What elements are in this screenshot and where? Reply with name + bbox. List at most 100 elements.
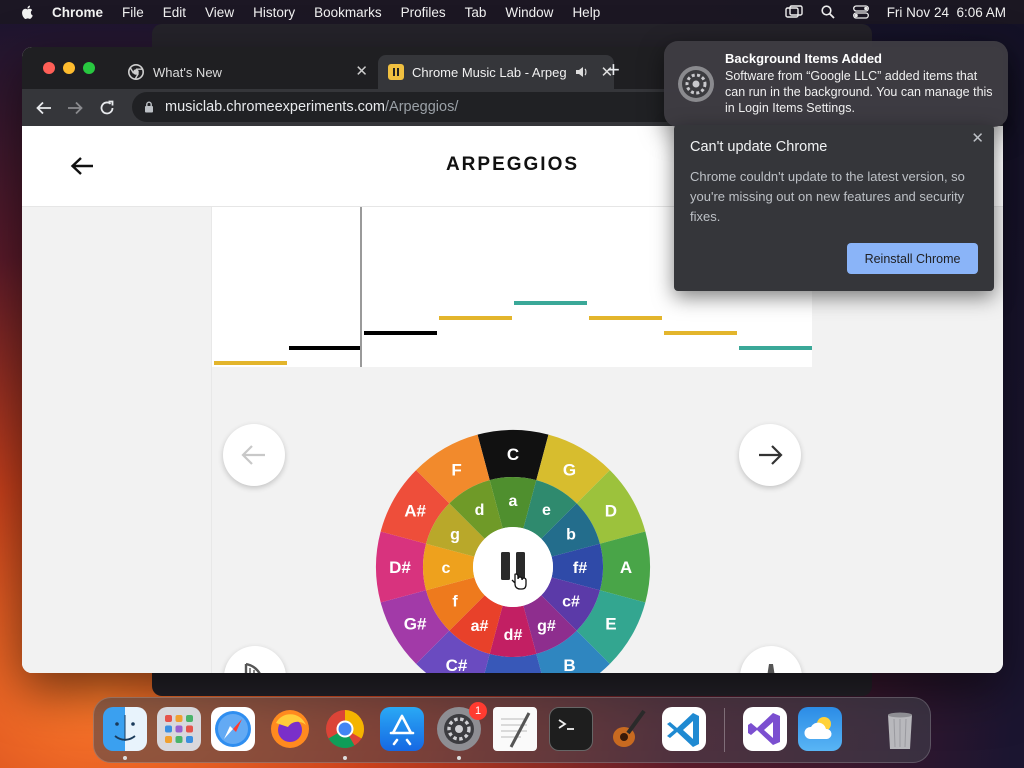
notification-badge: 1 <box>469 702 487 720</box>
forward-arrow-icon[interactable] <box>67 100 83 116</box>
roll-note <box>439 316 512 320</box>
roll-note <box>664 331 737 335</box>
minimize-window-button[interactable] <box>63 62 75 74</box>
menu-history[interactable]: History <box>253 5 295 20</box>
safari-icon[interactable] <box>211 707 255 751</box>
minor-chord-label: e <box>542 502 551 519</box>
metronome-tempo-button[interactable] <box>740 646 802 673</box>
roll-note <box>514 301 587 305</box>
minor-chord-label: f <box>452 593 458 610</box>
menu-profiles[interactable]: Profiles <box>401 5 446 20</box>
finder-icon[interactable] <box>103 707 147 751</box>
major-chord-label: C <box>507 445 519 464</box>
pause-icon <box>501 552 510 580</box>
music-lab-favicon-icon <box>388 64 404 80</box>
lock-icon[interactable] <box>144 101 154 113</box>
playhead <box>360 207 362 367</box>
left-arrow-icon <box>241 445 265 465</box>
minor-chord-label: b <box>566 526 576 543</box>
roll-note <box>739 346 812 350</box>
minor-chord-label: g <box>450 526 460 543</box>
dock: 1 <box>93 697 931 763</box>
right-arrow-icon <box>759 445 783 465</box>
apple-menu-icon[interactable] <box>18 4 38 20</box>
zoom-window-button[interactable] <box>83 62 95 74</box>
url-path: /Arpeggios/ <box>385 99 459 115</box>
major-chord-label: A <box>620 558 632 577</box>
previous-pattern-button[interactable] <box>223 424 285 486</box>
major-chord-label: D# <box>389 558 411 577</box>
system-settings-gear-icon <box>678 66 714 102</box>
chord-wheel: C G D A E B F# C# G# D# A# Fa eb f# c# g# d# a# fcgd <box>376 430 650 673</box>
notification-body: Software from “Google LLC” added items t… <box>725 69 993 115</box>
menu-view[interactable]: View <box>205 5 234 20</box>
roll-note <box>214 361 287 365</box>
major-chord-label: G# <box>404 615 427 634</box>
textedit-icon[interactable] <box>493 707 537 751</box>
reinstall-chrome-button[interactable]: Reinstall Chrome <box>847 243 978 274</box>
popup-message: Chrome couldn't update to the latest ver… <box>690 169 965 224</box>
launchpad-icon[interactable] <box>157 707 201 751</box>
spotlight-search-icon[interactable] <box>821 5 835 19</box>
roll-note <box>364 331 437 335</box>
major-chord-label: G <box>563 460 576 479</box>
running-indicator <box>457 756 461 760</box>
garageband-icon[interactable] <box>606 707 650 751</box>
menu-bar: Chrome File Edit View History Bookmarks … <box>0 0 1024 24</box>
running-indicator <box>123 756 127 760</box>
firefox-icon[interactable] <box>268 707 312 751</box>
audio-playing-icon[interactable] <box>575 66 589 78</box>
reload-icon[interactable] <box>99 100 115 116</box>
menu-file[interactable]: File <box>122 5 144 20</box>
menubar-clock[interactable]: Fri Nov 24 6:06 AM <box>887 5 1006 20</box>
weather-icon[interactable] <box>798 707 842 751</box>
minor-chord-label: g# <box>537 618 556 635</box>
major-chord-label: D <box>605 502 617 521</box>
harp-icon <box>244 662 261 673</box>
menu-bookmarks[interactable]: Bookmarks <box>314 5 382 20</box>
tab-title: What's New <box>153 64 222 80</box>
background-items-notification[interactable]: Background Items Added Software from “Go… <box>664 41 1008 127</box>
new-tab-button[interactable]: + <box>607 57 620 83</box>
vscode-icon[interactable] <box>662 707 706 751</box>
minor-chord-label: c# <box>562 593 580 610</box>
screen-mirroring-icon[interactable] <box>784 5 803 19</box>
app-store-icon[interactable] <box>380 707 424 751</box>
back-arrow-icon[interactable] <box>36 100 52 116</box>
visual-studio-icon[interactable] <box>743 707 787 751</box>
menu-window[interactable]: Window <box>505 5 553 20</box>
update-chrome-popup: Can't update Chrome ✕ Chrome couldn't up… <box>674 125 994 291</box>
menu-tab[interactable]: Tab <box>465 5 487 20</box>
major-chord-label: F <box>451 460 461 479</box>
tab-title: Chrome Music Lab - Arpeg <box>412 64 567 80</box>
terminal-icon[interactable] <box>549 707 593 751</box>
close-window-button[interactable] <box>43 62 55 74</box>
popup-title: Can't update Chrome <box>690 139 828 155</box>
major-chord-label: F# <box>503 671 523 673</box>
chrome-icon[interactable] <box>323 707 367 751</box>
roll-note <box>289 346 362 350</box>
close-icon[interactable]: ✕ <box>971 129 984 147</box>
menu-help[interactable]: Help <box>572 5 600 20</box>
minor-chord-label: a <box>509 493 518 510</box>
play-pause-button[interactable] <box>473 527 553 607</box>
minor-chord-label: c <box>442 560 451 577</box>
metronome-icon <box>767 664 779 673</box>
notification-title: Background Items Added <box>725 51 882 66</box>
instrument-harp-button[interactable] <box>224 646 286 673</box>
tab-chrome-music-lab[interactable]: Chrome Music Lab - Arpeg ✕ <box>378 55 614 89</box>
url-host: musiclab.chromeexperiments.com <box>165 99 385 115</box>
close-tab-icon[interactable]: ✕ <box>355 62 368 80</box>
trash-icon[interactable] <box>878 707 922 751</box>
major-chord-label: E <box>605 615 616 634</box>
menu-app-name[interactable]: Chrome <box>52 5 103 20</box>
menu-edit[interactable]: Edit <box>163 5 186 20</box>
next-pattern-button[interactable] <box>739 424 801 486</box>
minor-chord-label: a# <box>471 618 489 635</box>
minor-chord-label: f# <box>573 560 587 577</box>
major-chord-label: A# <box>404 502 426 521</box>
tab-whats-new[interactable]: What's New ✕ <box>118 55 368 89</box>
control-center-icon[interactable] <box>852 5 869 19</box>
minor-chord-label: d# <box>504 627 523 644</box>
sidebar-blank <box>22 207 212 673</box>
